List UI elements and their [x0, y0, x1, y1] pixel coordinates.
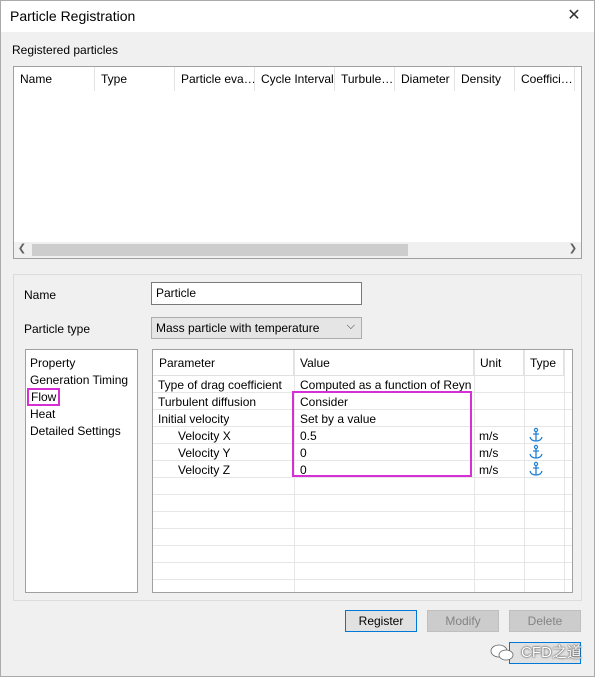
- row-divider: [153, 562, 572, 563]
- column-divider: [524, 350, 525, 592]
- param-header-value[interactable]: Value: [294, 350, 474, 376]
- column-divider: [564, 350, 565, 592]
- column-header-turbulence[interactable]: Turbule…: [335, 67, 395, 91]
- row-divider: [153, 392, 572, 393]
- parameters-table: Parameter Value Unit Type Type of drag c…: [152, 349, 573, 593]
- param-value-velocity-x[interactable]: 0.5: [300, 429, 317, 443]
- row-divider: [153, 545, 572, 546]
- row-divider: [153, 511, 572, 512]
- row-divider: [153, 443, 572, 444]
- settings-nav-list: Property Generation Timing Flow Heat Det…: [25, 349, 138, 593]
- horizontal-scrollbar[interactable]: ❮ ❯: [14, 242, 581, 258]
- chevron-down-icon: ⌵: [346, 320, 355, 332]
- param-value-initial-velocity[interactable]: Set by a value: [300, 412, 376, 426]
- param-name-initial-velocity: Initial velocity: [158, 412, 230, 426]
- table-header: Name Type Particle eva… Cycle Interval T…: [14, 67, 581, 91]
- column-header-particle-evaluation[interactable]: Particle eva…: [175, 67, 255, 91]
- anchor-icon[interactable]: [528, 461, 544, 477]
- nav-item-detailed-settings[interactable]: Detailed Settings: [30, 424, 121, 438]
- registered-particles-table[interactable]: Name Type Particle eva… Cycle Interval T…: [13, 66, 582, 259]
- row-divider: [153, 494, 572, 495]
- title-bar: Particle Registration ✕: [1, 1, 594, 32]
- row-divider: [153, 528, 572, 529]
- scrollbar-thumb[interactable]: [32, 244, 408, 256]
- particle-type-select[interactable]: Mass particle with temperature ⌵: [151, 317, 362, 339]
- param-name-velocity-z: Velocity Z: [178, 463, 231, 477]
- name-input[interactable]: Particle: [151, 282, 362, 305]
- column-header-type[interactable]: Type: [95, 67, 175, 91]
- close-icon[interactable]: ✕: [564, 5, 584, 25]
- delete-button[interactable]: Delete: [509, 610, 581, 632]
- param-value-drag-coefficient[interactable]: Computed as a function of Reyn…: [300, 378, 472, 392]
- param-header-unit[interactable]: Unit: [474, 350, 524, 376]
- name-label: Name: [24, 288, 57, 302]
- param-name-turbulent-diffusion: Turbulent diffusion: [158, 395, 257, 409]
- nav-item-heat[interactable]: Heat: [30, 407, 55, 421]
- param-header-type[interactable]: Type: [524, 350, 564, 376]
- column-header-name[interactable]: Name: [14, 67, 95, 91]
- anchor-icon[interactable]: [528, 427, 544, 443]
- watermark: CFD之道: [521, 644, 582, 661]
- column-header-diameter[interactable]: Diameter: [395, 67, 455, 91]
- particle-type-label: Particle type: [24, 322, 91, 336]
- particle-type-value: Mass particle with temperature: [156, 321, 320, 335]
- nav-item-flow[interactable]: Flow: [26, 388, 61, 406]
- param-value-velocity-y[interactable]: 0: [300, 446, 307, 460]
- wechat-icon: [490, 644, 514, 661]
- param-name-drag-coefficient: Type of drag coefficient: [158, 378, 282, 392]
- param-name-velocity-y: Velocity Y: [178, 446, 231, 460]
- modify-button[interactable]: Modify: [427, 610, 499, 632]
- nav-item-generation-timing[interactable]: Generation Timing: [30, 373, 128, 387]
- column-header-cycle-interval[interactable]: Cycle Interval: [255, 67, 335, 91]
- param-name-velocity-x: Velocity X: [178, 429, 231, 443]
- scroll-left-icon[interactable]: ❮: [14, 243, 30, 254]
- row-divider: [153, 579, 572, 580]
- param-value-velocity-z[interactable]: 0: [300, 463, 307, 477]
- row-divider: [153, 409, 572, 410]
- param-unit-velocity-x: m/s: [479, 429, 499, 443]
- row-divider: [153, 426, 572, 427]
- param-header-parameter[interactable]: Parameter: [153, 350, 294, 376]
- column-header-density[interactable]: Density: [455, 67, 515, 91]
- column-header-coefficient[interactable]: Coeffici…: [515, 67, 575, 91]
- anchor-icon[interactable]: [528, 444, 544, 460]
- param-unit-velocity-z: m/s: [479, 463, 499, 477]
- nav-item-property[interactable]: Property: [30, 356, 75, 370]
- param-value-turbulent-diffusion[interactable]: Consider: [300, 395, 348, 409]
- column-divider: [474, 350, 475, 592]
- window-title: Particle Registration: [10, 8, 136, 24]
- registered-particles-label: Registered particles: [12, 43, 119, 57]
- register-button[interactable]: Register: [345, 610, 417, 632]
- column-divider: [294, 350, 295, 592]
- param-unit-velocity-y: m/s: [479, 446, 499, 460]
- row-divider: [153, 460, 572, 461]
- particle-registration-dialog: Particle Registration ✕ Registered parti…: [0, 0, 595, 677]
- row-divider: [153, 477, 572, 478]
- scroll-right-icon[interactable]: ❯: [565, 243, 581, 254]
